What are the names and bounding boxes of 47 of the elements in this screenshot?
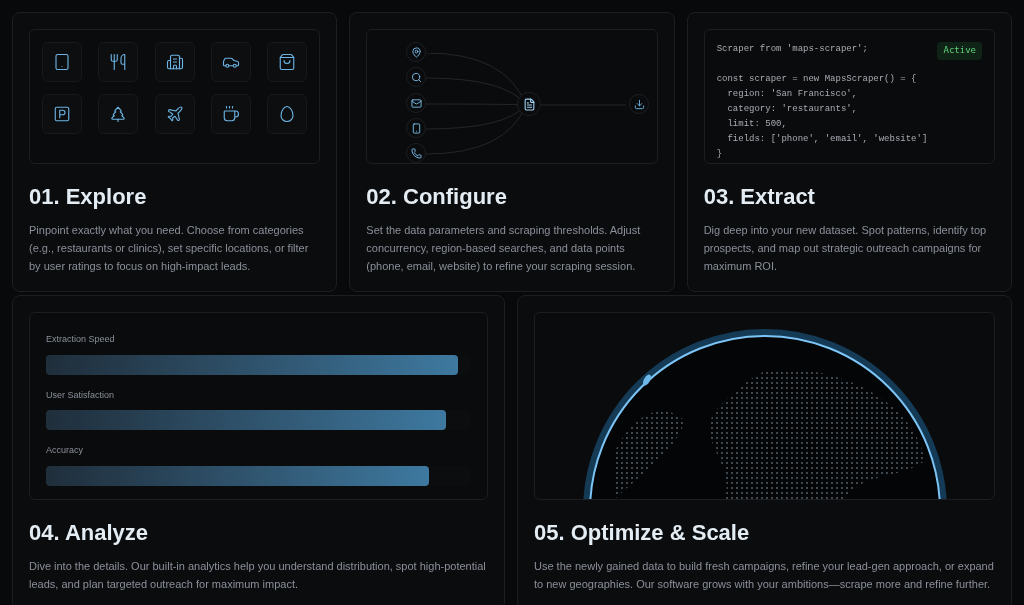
map-pin-icon (410, 46, 422, 58)
step-title: 05. Optimize & Scale (534, 519, 750, 547)
download-icon (633, 98, 645, 110)
code-line: fields: ['phone', 'email', 'website'] (726, 133, 928, 146)
metric-label: User Satisfaction (46, 388, 115, 402)
code-line: limit: 500, (726, 118, 787, 131)
plane-icon (165, 105, 184, 123)
code-line: region: 'San Francisco', (726, 88, 858, 101)
code-line: Scraper from 'maps-scraper'; (716, 43, 868, 56)
category-tile[interactable] (98, 94, 139, 134)
step-description: Pinpoint exactly what you need. Choose from categories (e.g., restaurants or clinics), set specific locations, or filter by user ratings to focus on high-impact leads. (29, 223, 310, 274)
step-description: Dig deep into your new dataset. Spot patterns, identify top prospects, and map out strategic outreach campaigns for maximum ROI. (703, 223, 988, 274)
category-tile[interactable] (42, 94, 82, 134)
coffee-cup-icon (221, 105, 240, 123)
category-tile[interactable] (98, 42, 139, 82)
metric-label: Extraction Speed (46, 333, 115, 346)
status-badge: Active (937, 42, 982, 60)
code-line: category: 'restaurants', (726, 103, 858, 116)
step-description: Dive into the details. Our built-in analytics help you understand distribution, spot high-potential leads, and plan targeted outreach for maximum impact. (29, 559, 487, 592)
tree-icon (109, 105, 128, 123)
step-title: 02. Configure (366, 183, 507, 211)
category-tile[interactable] (210, 42, 251, 82)
building-icon (165, 53, 184, 71)
shopping-bag-icon (278, 53, 297, 71)
category-tile[interactable] (154, 94, 195, 134)
category-tile[interactable] (267, 94, 308, 134)
code-line: } (716, 148, 723, 161)
category-tile[interactable] (210, 94, 251, 134)
tablet-icon (53, 53, 71, 71)
step-title: 03. Extract (703, 183, 815, 211)
category-tile[interactable] (42, 42, 82, 82)
phone-device-icon (410, 122, 422, 134)
egg-icon (278, 105, 297, 123)
category-tile[interactable] (267, 42, 308, 82)
metric-label: Accuracy (46, 444, 83, 457)
search-icon (410, 71, 422, 83)
step-description: Use the newly gained data to build fresh campaigns, refine your lead-gen approach, or expand to new geographies. Our software grows with your ambitions—scrape more and refine further. (534, 559, 995, 592)
utensils-icon (109, 53, 128, 71)
document-icon (522, 97, 536, 111)
category-tile[interactable] (154, 42, 195, 82)
mail-icon (410, 97, 422, 109)
phone-icon (410, 147, 422, 159)
step-description: Set the data parameters and scraping thresholds. Adjust concurrency, region-based searches, and data points (phone, email, website) to refine your scraping session. (366, 223, 642, 274)
parking-icon (53, 105, 71, 123)
step-title: 04. Analyze (29, 519, 149, 547)
step-title: 01. Explore (29, 183, 147, 211)
code-line: const scraper = new MapsScraper() = { (716, 73, 917, 86)
